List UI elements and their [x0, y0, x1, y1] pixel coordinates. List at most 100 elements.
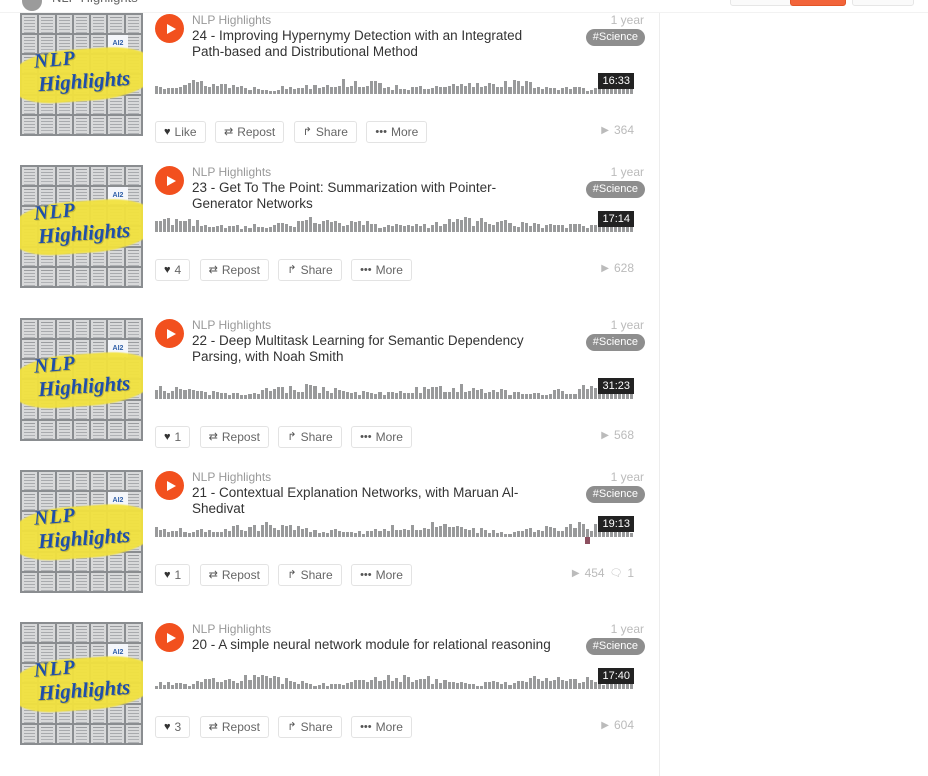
track-author[interactable]: NLP Highlights	[192, 13, 647, 27]
track-author[interactable]: NLP Highlights	[192, 165, 647, 179]
paper-thumb	[56, 572, 72, 591]
like-button[interactable]: ♥ 4	[155, 259, 191, 281]
plays-icon: ▶	[601, 124, 609, 136]
repost-button[interactable]: ⇄ Repost	[199, 564, 269, 586]
more-icon: •••	[360, 264, 372, 276]
track-content: NLP Highlights 22 - Deep Multitask Learn…	[155, 318, 647, 448]
paper-thumb	[91, 624, 107, 643]
track-timestamp: 1 year	[610, 13, 644, 27]
paper-thumb	[108, 572, 124, 591]
paper-thumb	[73, 420, 90, 439]
comment-marker[interactable]	[585, 537, 590, 544]
waveform-bars	[155, 205, 634, 249]
repost-label: Repost	[221, 263, 260, 277]
track-tag[interactable]: #Science	[585, 334, 645, 351]
like-label: Like	[174, 125, 197, 139]
track-title[interactable]: 24 - Improving Hypernymy Detection with …	[192, 28, 647, 60]
share-icon: ↱	[287, 264, 297, 276]
track-artwork[interactable]: AI2 NLP Highlights	[20, 470, 143, 593]
paper-thumb	[125, 472, 141, 491]
paper-thumb	[91, 320, 107, 339]
repost-button[interactable]: ⇄ Repost	[199, 259, 269, 281]
paper-thumb	[108, 167, 124, 186]
more-icon: •••	[375, 126, 387, 138]
more-button[interactable]: ••• More	[366, 121, 428, 143]
track-content: NLP Highlights 20 - A simple neural netw…	[155, 622, 647, 738]
track-author[interactable]: NLP Highlights	[192, 470, 647, 484]
track-author[interactable]: NLP Highlights	[192, 318, 647, 332]
track-header: NLP Highlights 20 - A simple neural netw…	[155, 622, 647, 666]
waveform[interactable]: 31:23	[155, 372, 634, 416]
track-actions: ♥ 1 ⇄ Repost ↱ Share ••• More ▶ 568	[155, 426, 647, 450]
more-label: More	[375, 430, 403, 444]
track-stats: ▶ 604	[601, 718, 634, 732]
repost-button[interactable]: ⇄ Repost	[199, 716, 269, 738]
more-button[interactable]: ••• More	[351, 716, 412, 738]
header-button-3[interactable]	[852, 0, 914, 6]
track-duration: 17:14	[598, 211, 634, 227]
like-button[interactable]: ♥ 1	[155, 426, 191, 448]
play-count: ▶ 364	[601, 123, 634, 137]
track-author[interactable]: NLP Highlights	[192, 622, 647, 636]
paper-thumb	[108, 267, 124, 286]
paper-thumb	[125, 572, 141, 591]
share-icon: ↱	[302, 126, 312, 138]
share-button[interactable]: ↱ Share	[278, 426, 342, 448]
paper-thumb	[56, 115, 72, 134]
share-button[interactable]: ↱ Share	[278, 716, 342, 738]
like-button[interactable]: ♥ 1	[155, 564, 191, 586]
repost-icon: ⇄	[208, 264, 218, 276]
track-artwork[interactable]: AI2 NLP Highlights	[20, 318, 143, 441]
play-button[interactable]	[155, 166, 184, 195]
track-duration: 16:33	[598, 73, 634, 89]
like-label: 1	[174, 568, 182, 582]
play-button[interactable]	[155, 471, 184, 500]
track-tag[interactable]: #Science	[585, 29, 645, 46]
more-button[interactable]: ••• More	[351, 426, 412, 448]
track-title[interactable]: 22 - Deep Multitask Learning for Semanti…	[192, 333, 647, 365]
track-tag[interactable]: #Science	[585, 486, 645, 503]
repost-button[interactable]: ⇄ Repost	[215, 121, 285, 143]
play-icon	[166, 23, 176, 34]
header-button-follow[interactable]	[790, 0, 846, 6]
track-item: AI2 NLP Highlights NLP Highlights 21 - C…	[0, 470, 659, 622]
track-tag[interactable]: #Science	[585, 638, 645, 655]
share-button[interactable]: ↱ Share	[278, 564, 342, 586]
play-button[interactable]	[155, 623, 184, 652]
more-button[interactable]: ••• More	[351, 259, 412, 281]
track-artwork[interactable]: AI2 NLP Highlights	[20, 622, 143, 745]
waveform-bars	[155, 67, 634, 111]
waveform[interactable]: 17:40	[155, 662, 634, 706]
waveform[interactable]: 16:33	[155, 67, 634, 111]
waveform[interactable]: 17:14	[155, 205, 634, 249]
repost-button[interactable]: ⇄ Repost	[199, 426, 269, 448]
paper-thumb	[91, 167, 107, 186]
paper-thumb	[108, 420, 124, 439]
paper-thumb	[108, 15, 124, 34]
paper-thumb	[125, 624, 141, 643]
track-title[interactable]: 20 - A simple neural network module for …	[192, 637, 647, 653]
track-tag[interactable]: #Science	[585, 181, 645, 198]
play-icon	[166, 328, 176, 339]
track-timestamp: 1 year	[610, 622, 644, 636]
track-artwork[interactable]: AI2 NLP Highlights	[20, 13, 143, 136]
like-button[interactable]: ♥ 3	[155, 716, 191, 738]
paper-thumb	[56, 167, 72, 186]
paper-thumb	[73, 624, 90, 643]
share-button[interactable]: ↱ Share	[293, 121, 357, 143]
track-stats: ▶ 568	[601, 428, 634, 442]
track-artwork[interactable]: AI2 NLP Highlights	[20, 165, 143, 288]
artwork-line-2: Highlights	[37, 65, 131, 97]
heart-icon: ♥	[164, 431, 171, 443]
like-button[interactable]: ♥ Like	[155, 121, 206, 143]
share-button[interactable]: ↱ Share	[278, 259, 342, 281]
play-button[interactable]	[155, 14, 184, 43]
artwork-line-2: Highlights	[37, 217, 131, 249]
share-label: Share	[300, 568, 333, 582]
play-button[interactable]	[155, 319, 184, 348]
paper-thumb	[39, 572, 55, 591]
waveform[interactable]: 19:13	[155, 510, 634, 554]
more-button[interactable]: ••• More	[351, 564, 412, 586]
track-stats: ▶ 454 🗨 1	[572, 566, 634, 580]
paper-thumb	[39, 320, 55, 339]
